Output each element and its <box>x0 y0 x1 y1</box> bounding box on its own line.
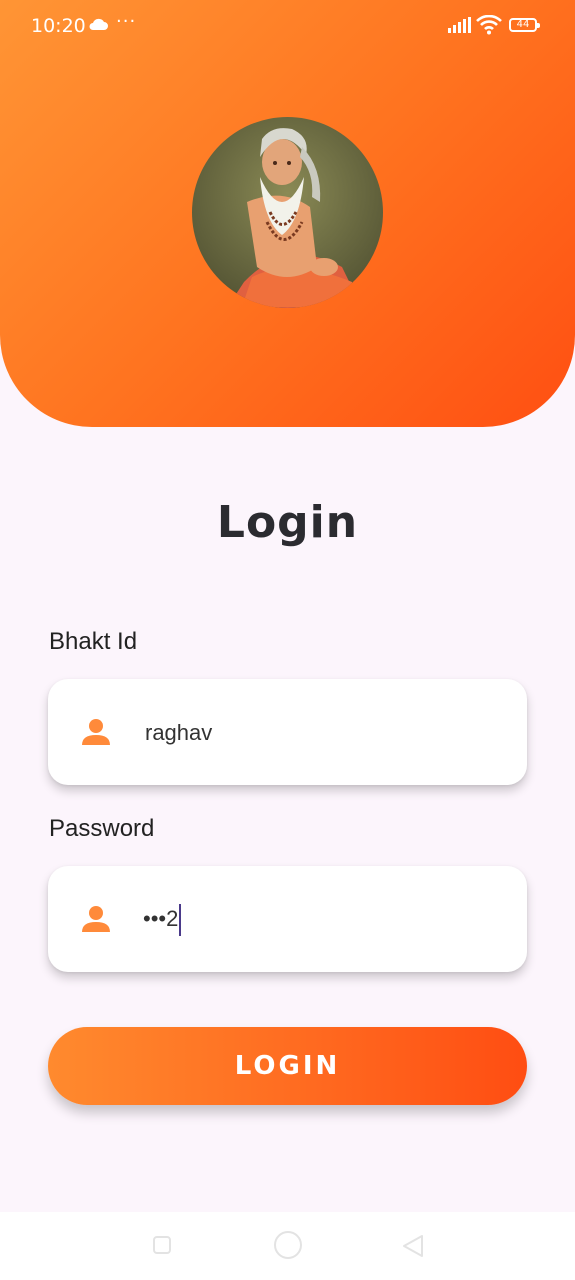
person-icon <box>82 906 110 932</box>
login-button[interactable]: LOGIN <box>48 1027 527 1105</box>
wifi-icon <box>476 15 502 35</box>
status-bar: 10:20 ··· 44 <box>0 0 575 54</box>
system-nav-bar <box>0 1212 575 1280</box>
more-dots-icon: ··· <box>116 11 137 32</box>
battery-icon: 44 <box>509 18 540 32</box>
bhakt-id-field[interactable] <box>48 679 527 785</box>
password-label: Password <box>49 815 155 842</box>
back-triangle-icon[interactable] <box>402 1234 424 1258</box>
guru-avatar <box>192 117 383 308</box>
bhakt-id-label: Bhakt Id <box>49 628 138 655</box>
header-banner: 10:20 ··· 44 <box>0 0 575 427</box>
guru-portrait-image <box>192 117 383 308</box>
cloud-icon <box>89 18 108 30</box>
page-title: Login <box>216 497 359 548</box>
password-input[interactable]: •••2 <box>143 899 503 939</box>
password-masked-value: •••2 <box>143 906 179 931</box>
signal-icon <box>448 17 471 33</box>
recents-square-icon[interactable] <box>153 1236 171 1254</box>
password-field[interactable]: •••2 <box>48 866 527 972</box>
home-circle-icon[interactable] <box>274 1231 302 1259</box>
text-cursor <box>179 904 182 937</box>
status-time: 10:20 <box>31 15 86 37</box>
person-icon <box>82 719 110 745</box>
bhakt-id-input[interactable] <box>143 712 507 754</box>
